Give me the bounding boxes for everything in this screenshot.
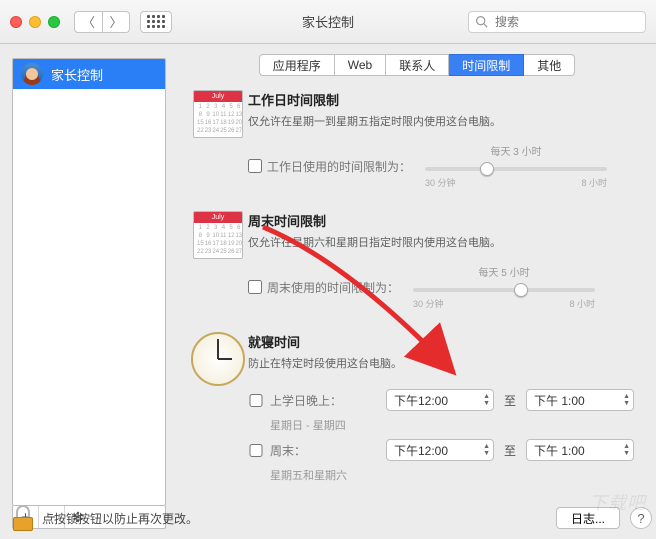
to-label: 至 <box>500 442 520 459</box>
bedtime-section: 就寝时间 防止在特定时段使用这台电脑。 上学日晚上： 下午12:00 ▲▼ 至 … <box>188 332 650 483</box>
bedtime-title: 就寝时间 <box>248 332 650 351</box>
nav-buttons: 〈 〉 <box>74 11 130 33</box>
clock-icon <box>191 332 245 386</box>
tab-web[interactable]: Web <box>335 54 386 76</box>
tab-apps[interactable]: 应用程序 <box>259 54 335 76</box>
sidebar-item-label: 家长控制 <box>51 65 103 84</box>
weekend-section: July 12345678910111213141516171819202122… <box>188 211 650 310</box>
weekend-slider[interactable] <box>413 288 595 292</box>
calendar-icon: July 12345678910111213141516171819202122… <box>193 90 243 138</box>
weekend-check-label: 周末使用的时间限制为： <box>267 279 399 296</box>
weekday-slider-value: 每天 3 小时 <box>425 143 607 158</box>
tab-bar: 应用程序 Web 联系人 时间限制 其他 <box>259 54 576 76</box>
lock-text: 点按锁按钮以防止再次更改。 <box>42 510 198 527</box>
weekday-check-label: 工作日使用的时间限制为： <box>267 158 411 175</box>
window-controls <box>10 16 60 28</box>
tab-contacts[interactable]: 联系人 <box>386 54 449 76</box>
calendar-icon: July 12345678910111213141516171819202122… <box>193 211 243 259</box>
weekend-desc: 仅允许在星期六和星期日指定时限内使用这台电脑。 <box>248 234 650 250</box>
close-icon[interactable] <box>10 16 22 28</box>
lock-icon[interactable] <box>12 505 34 531</box>
time-value: 下午12:00 <box>394 392 448 409</box>
weekday-title: 工作日时间限制 <box>248 90 650 109</box>
to-label: 至 <box>500 392 520 409</box>
grid-icon <box>147 15 165 28</box>
tab-other[interactable]: 其他 <box>524 54 575 76</box>
show-all-button[interactable] <box>140 11 172 33</box>
weekend-checkbox[interactable] <box>248 280 262 294</box>
weekday-checkbox[interactable] <box>248 159 262 173</box>
user-list[interactable]: 家长控制 <box>12 58 166 506</box>
back-button[interactable]: 〈 <box>74 11 102 33</box>
school-night-sub: 星期日 - 星期四 <box>270 417 380 433</box>
titlebar: 〈 〉 家长控制 <box>0 0 656 44</box>
search-icon <box>475 15 488 28</box>
forward-button[interactable]: 〉 <box>102 11 130 33</box>
weekday-section: July 12345678910111213141516171819202122… <box>188 90 650 189</box>
stepper-arrows[interactable]: ▲▼ <box>623 393 630 407</box>
footer: 点按锁按钮以防止再次更改。 日志... ? <box>12 505 652 531</box>
weekday-slider-max: 8 小时 <box>582 176 608 189</box>
weekend-slider-max: 8 小时 <box>570 297 596 310</box>
zoom-icon[interactable] <box>48 16 60 28</box>
search-field[interactable] <box>468 11 646 33</box>
bedtime-desc: 防止在特定时段使用这台电脑。 <box>248 355 650 371</box>
stepper-arrows[interactable]: ▲▼ <box>623 443 630 457</box>
weekend-title: 周末时间限制 <box>248 211 650 230</box>
weekend-slider-value: 每天 5 小时 <box>413 264 595 279</box>
weekend-night-sub: 星期五和星期六 <box>270 467 380 483</box>
sidebar-item-parental[interactable]: 家长控制 <box>13 59 165 89</box>
avatar-icon <box>21 63 43 85</box>
main-panel: 应用程序 Web 联系人 时间限制 其他 July 12345678910111… <box>178 44 656 539</box>
school-night-checkbox[interactable] <box>248 394 264 407</box>
school-night-from[interactable]: 下午12:00 ▲▼ <box>386 389 494 411</box>
school-night-to[interactable]: 下午 1:00 ▲▼ <box>526 389 634 411</box>
tab-time-limits[interactable]: 时间限制 <box>449 54 524 76</box>
stepper-arrows[interactable]: ▲▼ <box>483 443 490 457</box>
time-value: 下午 1:00 <box>534 392 585 409</box>
weekend-night-to[interactable]: 下午 1:00 ▲▼ <box>526 439 634 461</box>
weekday-slider[interactable] <box>425 167 607 171</box>
time-value: 下午 1:00 <box>534 442 585 459</box>
weekend-night-checkbox[interactable] <box>248 444 264 457</box>
weekend-slider-min: 30 分钟 <box>413 297 444 310</box>
school-night-label: 上学日晚上： <box>270 392 380 409</box>
time-value: 下午12:00 <box>394 442 448 459</box>
logs-button[interactable]: 日志... <box>556 507 620 529</box>
weekday-slider-min: 30 分钟 <box>425 176 456 189</box>
minimize-icon[interactable] <box>29 16 41 28</box>
help-button[interactable]: ? <box>630 507 652 529</box>
weekend-night-from[interactable]: 下午12:00 ▲▼ <box>386 439 494 461</box>
weekend-night-label: 周末： <box>270 442 380 459</box>
stepper-arrows[interactable]: ▲▼ <box>483 393 490 407</box>
search-input[interactable] <box>468 11 646 33</box>
sidebar: 家长控制 + − ✻ <box>0 44 178 539</box>
weekday-desc: 仅允许在星期一到星期五指定时限内使用这台电脑。 <box>248 113 650 129</box>
